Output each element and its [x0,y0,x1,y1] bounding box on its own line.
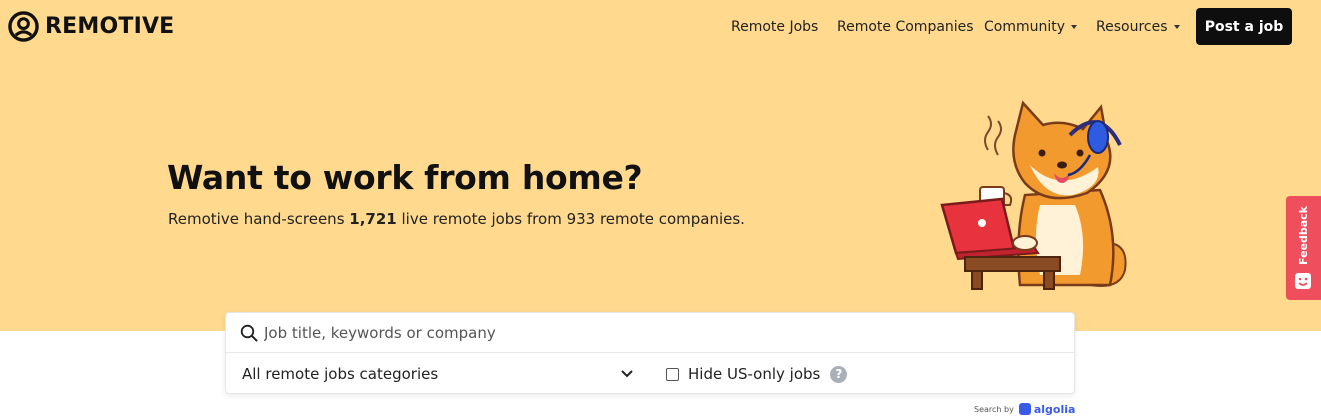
nav-community[interactable]: Community [984,19,1078,35]
nav-community-label: Community [984,19,1066,35]
nav-resources-label: Resources [1096,19,1168,35]
category-value: All remote jobs categories [242,365,439,383]
search-icon [240,324,258,342]
search-row [226,313,1074,353]
hide-us-label[interactable]: Hide US-only jobs [688,365,820,383]
caret-down-icon [1071,25,1078,29]
nav-remote-companies[interactable]: Remote Companies [837,19,974,35]
caret-down-icon [1173,25,1180,29]
hero-sub-prefix: Remotive hand-screens [168,210,350,228]
remotive-logo[interactable]: REMOTIVE [8,11,174,42]
nav-resources[interactable]: Resources [1096,19,1180,35]
hero-title: Want to work from home? [167,158,643,197]
algolia-by-label: Search by [974,404,1014,414]
brand-name: REMOTIVE [45,14,175,39]
nav-remote-jobs[interactable]: Remote Jobs [731,19,818,35]
hero-subtitle: Remotive hand-screens 1,721 live remote … [168,210,745,228]
feedback-smile-icon [1295,273,1311,289]
hide-us-checkbox[interactable] [666,367,679,381]
search-input[interactable] [264,319,1054,347]
chevron-down-icon [621,370,633,378]
category-select[interactable]: All remote jobs categories [226,354,646,394]
remotive-logo-icon [8,11,39,42]
help-icon[interactable]: ? [830,365,848,383]
search-card: All remote jobs categories Hide US-only … [225,312,1075,394]
job-count: 1,721 [349,210,397,228]
shiba-illustration [940,100,1127,290]
hide-us-only-toggle: Hide US-only jobs ? [666,354,848,394]
feedback-tab[interactable]: Feedback [1286,196,1321,300]
algolia-name: algolia [1033,402,1076,416]
feedback-label: Feedback [1297,206,1310,266]
hero-sub-rest: live remote jobs from 933 remote compani… [396,210,745,228]
post-job-button[interactable]: Post a job [1196,8,1292,45]
algolia-icon [1018,403,1031,415]
algolia-attribution[interactable]: Search by algolia [974,402,1075,416]
